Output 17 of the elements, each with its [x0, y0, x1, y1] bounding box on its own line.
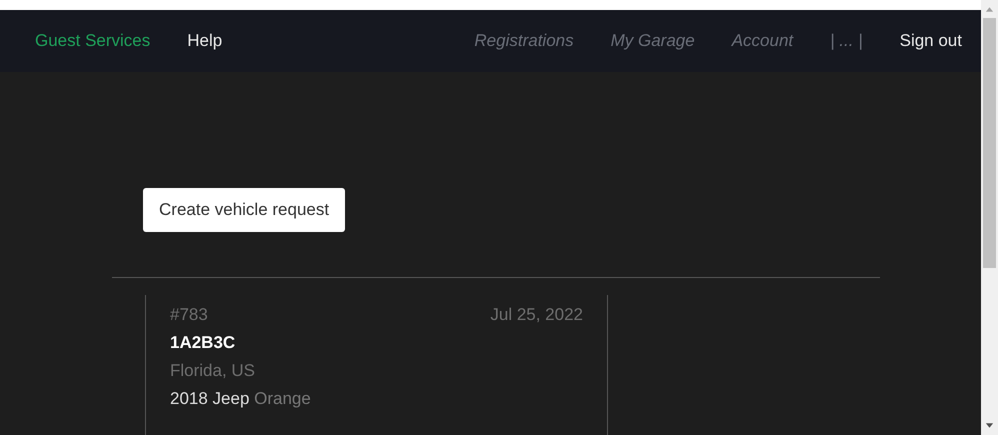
- request-date: Jul 25, 2022: [490, 305, 583, 325]
- plate-region: Florida, US: [170, 361, 256, 381]
- nav-link[interactable]: Help: [187, 31, 222, 51]
- scrollbar-thumb[interactable]: [983, 18, 996, 268]
- nav-link[interactable]: Registrations: [474, 31, 574, 51]
- nav-link[interactable]: My Garage: [610, 31, 695, 51]
- scroll-down-icon[interactable]: [985, 423, 994, 429]
- nav-link[interactable]: | ... |: [830, 31, 863, 51]
- scroll-up-icon[interactable]: [985, 6, 994, 12]
- nav-link[interactable]: Sign out: [900, 31, 962, 51]
- request-number: #783: [170, 305, 208, 325]
- brand-link[interactable]: Guest Services: [35, 31, 150, 51]
- vehicle-description: 2018 Jeep Orange: [170, 389, 311, 409]
- scrollbar[interactable]: [981, 0, 998, 435]
- nav-link[interactable]: Account: [732, 31, 794, 51]
- create-request-button[interactable]: Create vehicle request: [143, 188, 346, 232]
- plate-number: 1A2B3C: [170, 333, 236, 353]
